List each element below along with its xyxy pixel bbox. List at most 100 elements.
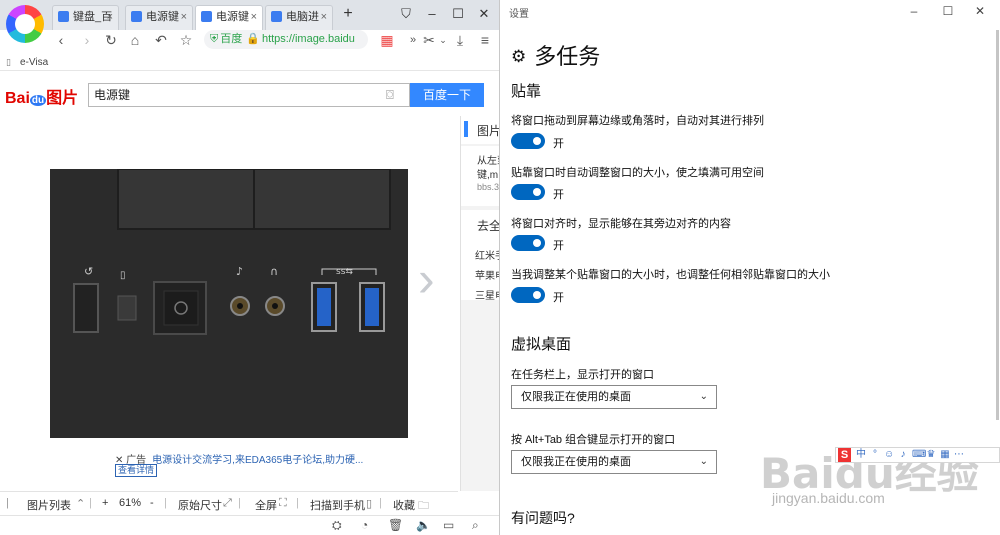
menu-icon[interactable]: ≡	[476, 30, 494, 50]
ime-icon-emoji[interactable]: ☺	[884, 449, 894, 461]
scan-to-phone-button[interactable]: 扫描到手机	[310, 497, 365, 513]
ime-icon-keyboard[interactable]: ⌨	[912, 449, 926, 461]
svg-text:♪: ♪	[236, 265, 243, 278]
snap-option-3-toggle[interactable]	[511, 235, 545, 251]
select-value: 仅限我正在使用的桌面	[521, 456, 631, 468]
ad-link[interactable]: 电源设计交流学习,来EDA365电子论坛,助力硬...	[152, 455, 363, 466]
watermark-url: jingyan.baidu.com	[772, 490, 885, 506]
close-icon[interactable]: ×	[181, 6, 187, 28]
chevron-down-icon: ⌄	[699, 456, 708, 467]
collect-button[interactable]: 收藏	[393, 497, 415, 513]
close-icon[interactable]: ×	[251, 6, 257, 28]
toggle-state: 开	[553, 189, 564, 201]
toggle-state: 开	[553, 138, 564, 150]
ime-icon-punct[interactable]: °	[870, 449, 880, 461]
back-icon[interactable]: ‹	[52, 30, 70, 50]
close-icon[interactable]: ×	[107, 6, 113, 28]
close-icon[interactable]: ✕	[967, 2, 993, 20]
star-icon[interactable]: ☆	[177, 30, 195, 50]
ime-icon-tools[interactable]: ▦	[940, 449, 950, 461]
ime-icon-voice[interactable]: ♪	[898, 449, 908, 461]
svg-text:∩: ∩	[270, 265, 278, 278]
tab-2[interactable]: 电源键 ×	[125, 5, 193, 30]
logo-paw: du	[29, 95, 47, 106]
snap-option-2-label: 贴靠窗口时自动调整窗口的大小，使之填满可用空间	[511, 167, 764, 179]
tab-label: 电源键	[216, 11, 249, 23]
browser-logo-icon[interactable]	[6, 5, 44, 43]
snap-option-2-toggle[interactable]	[511, 184, 545, 200]
snap-heading: 贴靠	[511, 83, 542, 100]
side-result-site: bbs.3	[477, 182, 500, 192]
ime-icon-skin[interactable]: ♛	[926, 449, 936, 461]
new-tab-button[interactable]: +	[338, 5, 358, 25]
forward-icon[interactable]: ›	[78, 30, 96, 50]
address-bar[interactable]: ⛨ 百度 🔒 https://image.baidu	[204, 30, 368, 49]
bookmark-item[interactable]: e-Visa	[20, 57, 48, 68]
select-value: 仅限我正在使用的桌面	[521, 391, 631, 403]
chevron-down-icon[interactable]: ⌄	[434, 30, 452, 50]
volume-icon[interactable]: 🔈	[416, 518, 431, 532]
ad-details-button[interactable]: 查看详情	[115, 464, 157, 477]
page-title: ⚙ 多任务	[511, 39, 600, 71]
zoom-in-button[interactable]: +	[102, 497, 108, 509]
close-icon[interactable]: ×	[321, 6, 327, 28]
image-list-button[interactable]: 图片列表	[27, 497, 71, 513]
ime-icon-cn[interactable]: 中	[856, 449, 866, 461]
sogou-ime-icon[interactable]: S	[838, 448, 851, 462]
fit-icon: ⤢	[223, 497, 232, 509]
tab-4[interactable]: 电脑进 ×	[265, 5, 333, 30]
undo-icon[interactable]: ↶	[152, 30, 170, 50]
apps-grid-icon[interactable]: ▦	[378, 30, 396, 50]
side-tab-block: 图片	[461, 116, 499, 144]
snap-option-1-toggle[interactable]	[511, 133, 545, 149]
svg-text:↺: ↺	[84, 265, 93, 278]
phone-icon: ▯	[366, 498, 373, 510]
side-result-1[interactable]: 从左到 键,m bbs.3	[461, 146, 500, 206]
side-item[interactable]: 红米手	[475, 247, 499, 262]
tab-1[interactable]: 键盘_百 ×	[52, 5, 119, 30]
maximize-icon[interactable]: ☐	[448, 5, 468, 25]
original-size-button[interactable]: 原始尺寸	[178, 497, 222, 513]
viewer-bottom-bar: | 图片列表 ⌃ | + 61% - | 原始尺寸 ⤢ | 全屏 ⛶ | 扫描到…	[0, 491, 458, 515]
ime-icon-more[interactable]: ⋯	[954, 449, 964, 461]
search-button[interactable]: 百度一下	[410, 83, 484, 107]
divider: |	[238, 497, 241, 509]
zoom-out-button[interactable]: -	[150, 497, 154, 509]
side-tab-marker	[464, 121, 468, 137]
search-input[interactable]: 电源键	[88, 83, 410, 107]
lock-icon: 🔒	[246, 33, 260, 45]
browser-status-bar: ⛭ ◔ 🗑 🔈 ▭ ⌕	[0, 515, 499, 535]
home-icon[interactable]: ⌂	[126, 30, 144, 50]
power-panel-photo[interactable]: ↺ ▯ ♪ ∩ ss⇆	[50, 169, 408, 438]
folder-icon: 🗀	[418, 500, 429, 512]
download-icon[interactable]: ⤓	[451, 30, 469, 50]
next-image-arrow-icon[interactable]: ›	[418, 254, 435, 304]
maximize-icon[interactable]: ☐	[935, 2, 961, 20]
close-window-icon[interactable]: ✕	[474, 5, 494, 25]
speed-icon[interactable]: ◔	[361, 518, 368, 532]
ie-icon[interactable]: ⛭	[332, 518, 342, 533]
url-text: https://image.baidu	[261, 33, 355, 45]
snap-option-1-label: 将窗口拖动到屏幕边缘或角落时，自动对其进行排列	[511, 115, 764, 127]
side-panel: 图片 从左到 键,m bbs.3 去全 红米手 苹果电 三星电	[460, 116, 500, 491]
side-item[interactable]: 苹果电	[475, 267, 499, 282]
minimize-icon[interactable]: –	[901, 2, 927, 20]
trash-icon[interactable]: 🗑	[388, 518, 403, 532]
baidu-logo[interactable]: Bai du 图片	[5, 84, 78, 108]
shirt-skin-icon[interactable]: ⛉	[396, 5, 416, 25]
side-tab-label[interactable]: 图片	[477, 122, 499, 139]
refresh-icon[interactable]: ↻	[102, 30, 120, 50]
screen-icon[interactable]: ▭	[443, 518, 454, 532]
chevron-down-icon: ⌄	[699, 391, 708, 402]
minimize-icon[interactable]: –	[422, 5, 442, 25]
taskbar-windows-select[interactable]: 仅限我正在使用的桌面 ⌄	[511, 385, 717, 409]
side-item[interactable]: 三星电	[475, 287, 499, 302]
alttab-windows-select[interactable]: 仅限我正在使用的桌面 ⌄	[511, 450, 717, 474]
chevron-up-icon[interactable]: ⌃	[76, 497, 85, 510]
tab-3-active[interactable]: 电源键 ×	[195, 5, 263, 30]
camera-icon[interactable]: ⌼	[386, 87, 394, 103]
snap-option-4-toggle[interactable]	[511, 287, 545, 303]
search-icon[interactable]: ⌕	[472, 518, 479, 533]
fullscreen-button[interactable]: 全屏	[255, 497, 277, 513]
scrollbar[interactable]	[996, 30, 999, 420]
